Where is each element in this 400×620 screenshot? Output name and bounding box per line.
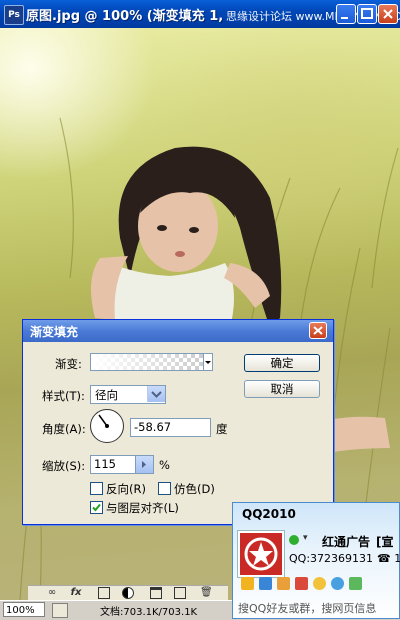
folder-icon[interactable] [150,587,162,599]
gradient-dropdown-button[interactable] [203,353,213,371]
star-logo-icon [244,537,278,571]
angle-input[interactable]: -58.67 [130,418,211,437]
checkmark-icon [92,503,101,512]
angle-label: 角度(A): [42,422,86,436]
angle-unit: 度 [216,422,228,436]
cancel-button[interactable]: 取消 [244,380,320,398]
align-with-layer-checkbox[interactable] [90,501,103,514]
status-menu-button[interactable] [52,603,68,618]
new-layer-icon[interactable] [174,587,186,599]
weibo-icon[interactable] [295,577,308,590]
minimize-button[interactable] [336,4,356,24]
star-icon[interactable] [241,577,254,590]
online-status-icon [289,535,299,545]
document-size: 文档:703.1K/703.1K [100,607,198,618]
qzone-icon[interactable] [259,577,272,590]
style-select-arrow[interactable] [147,386,165,402]
align-with-layer-label: 与图层对齐(L) [106,501,179,515]
chevron-down-icon [205,361,211,364]
scale-label: 缩放(S): [42,459,86,473]
style-label: 样式(T): [42,389,85,403]
qq-number: QQ:372369131 [289,552,374,565]
angle-needle-icon [98,414,109,428]
app-icon[interactable] [349,577,362,590]
reverse-checkbox[interactable] [90,482,103,495]
dither-checkbox[interactable] [158,482,171,495]
link-layers-icon[interactable]: ∞ [46,587,58,599]
gradient-label: 渐变: [55,357,82,371]
maximize-icon [361,8,373,19]
qq-search-box[interactable]: 搜QQ好友或群，搜网页信息 [238,600,376,616]
chevron-down-icon [151,391,162,398]
close-icon [313,326,323,335]
adjustment-layer-icon[interactable] [122,587,134,599]
dither-label: 仿色(D) [174,482,215,496]
reverse-label: 反向(R) [106,482,146,496]
scale-input[interactable]: 115 [90,455,136,474]
mail-icon[interactable] [277,577,290,590]
mask-icon[interactable] [98,587,110,599]
angle-dial[interactable] [90,409,124,443]
qq-nickname: 红通广告 [322,535,371,549]
qq-phone: ☎ 13 [377,552,400,565]
qq-title: QQ2010 [242,507,296,521]
close-button[interactable] [378,4,398,24]
qq-avatar[interactable] [238,531,284,577]
music-icon[interactable] [331,577,344,590]
pet-icon[interactable] [313,577,326,590]
document-title: 原图.jpg @ 100% (渐变填充 1, [26,9,224,24]
zoom-level[interactable]: 100% [3,602,45,617]
maximize-button[interactable] [357,4,377,24]
ok-button[interactable]: 确定 [244,354,320,372]
chevron-right-icon [142,461,146,468]
style-select-value: 径向 [95,388,118,402]
dialog-close-button[interactable] [309,322,327,339]
scale-unit: % [159,458,170,472]
status-dropdown-icon[interactable]: ▾ [303,533,308,543]
minimize-icon [341,17,348,19]
close-icon [383,9,393,19]
gradient-picker[interactable] [90,353,204,371]
trash-icon[interactable]: 🗑 [200,587,213,599]
scale-slider-button[interactable] [136,455,154,474]
qq-signature: [宣 [376,535,394,549]
dialog-title: 渐变填充 [30,325,79,339]
fx-icon[interactable]: fx [70,587,82,599]
photoshop-icon: Ps [4,5,24,25]
